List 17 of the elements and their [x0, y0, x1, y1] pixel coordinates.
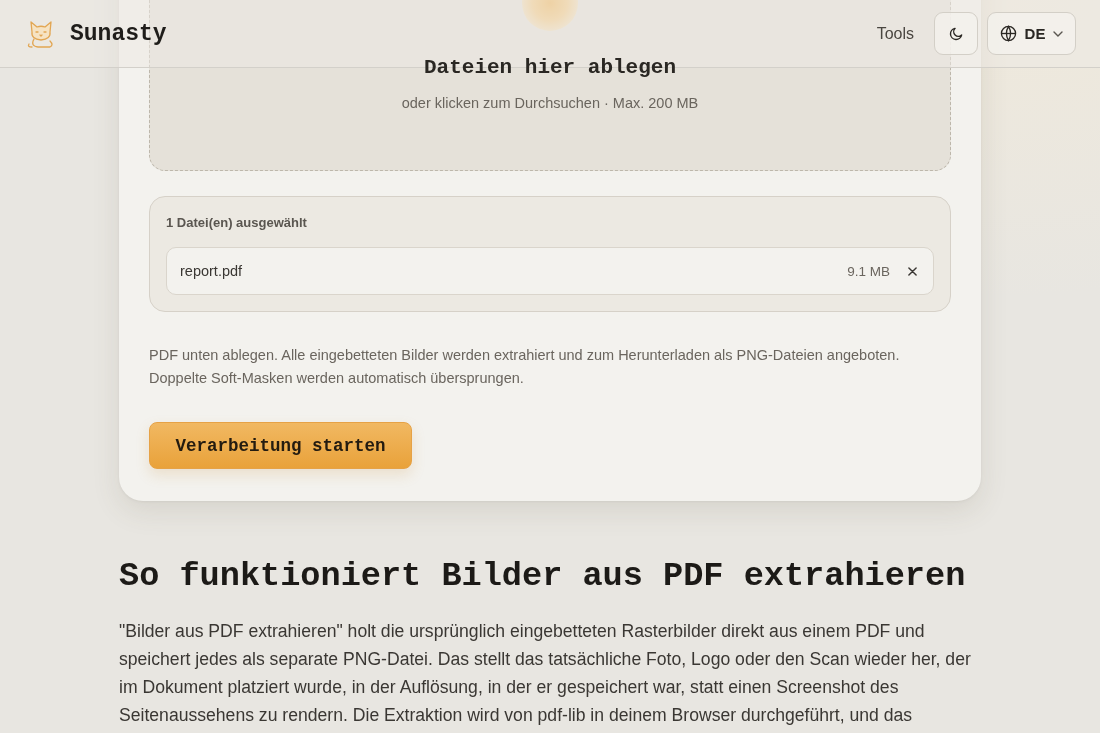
file-size: 9.1 MB [847, 263, 890, 279]
start-processing-button[interactable]: Verarbeitung starten [149, 422, 412, 469]
close-icon [908, 266, 917, 276]
dropzone-hint: oder klicken zum Durchsuchen · Max. 200 MB [401, 94, 699, 113]
moon-icon [948, 26, 964, 41]
dropzone-title: Dateien hier ablegen [423, 56, 676, 80]
tool-description: PDF unten ablegen. Alle eingebetteten Bilder werden extrahiert und zum Herunterladen als PNG-Dateien angeboten. Doppelte Soft-Masken werden automatisch übersprungen. [149, 346, 901, 388]
section-heading: So funktioniert Bilder aus PDF extrahieren [119, 556, 967, 596]
theme-toggle-button[interactable] [934, 12, 978, 55]
article-paragraph: "Bilder aus PDF extrahieren" holt die ursprünglich eingebetteten Rasterbilder direkt aus einem PDF und speichert jedes als separate PNG-Datei. Das stellt das tatsächliche Foto, Logo oder den Scan wieder her, der im Dokument platziert wurde, in der Auflösung, in der er gespeichert war, statt einen Screenshot des Seitenaussehens zu rendern. Die Extraktion wird von pdf-lib in deinem Browser durchgeführt, und das [119, 620, 972, 727]
file-name: report.pdf [180, 263, 244, 279]
remove-file-button[interactable] [906, 264, 919, 278]
selected-files-title: 1 Datei(en) ausgewählt [166, 214, 308, 232]
tools-link[interactable]: Tools [876, 24, 914, 43]
chevron-down-icon [1053, 30, 1064, 37]
globe-icon [999, 25, 1017, 42]
language-button[interactable]: DE [987, 12, 1076, 55]
